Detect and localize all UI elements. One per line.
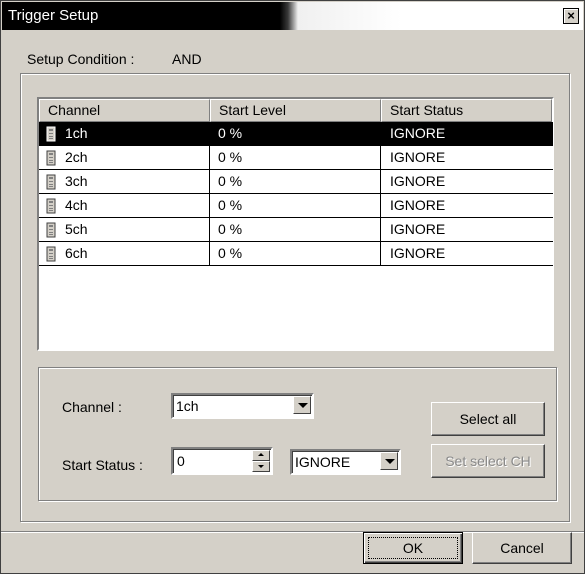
channel-text: 3ch — [65, 173, 88, 189]
channel-probe-icon — [46, 246, 56, 262]
window-title: Trigger Setup — [8, 7, 99, 24]
cell-start-level: 0 % — [210, 170, 381, 194]
cell-start-status: IGNORE — [381, 170, 553, 194]
channel-text: 1ch — [65, 125, 88, 141]
cell-start-status: IGNORE — [381, 218, 553, 242]
table-row[interactable]: 2ch 0 % IGNORE — [39, 146, 553, 170]
channel-probe-icon — [46, 126, 56, 142]
cancel-button[interactable]: Cancel — [472, 532, 572, 564]
channel-select[interactable]: 1ch — [171, 393, 314, 419]
channel-text: 6ch — [65, 245, 88, 261]
start-status-select[interactable]: IGNORE — [290, 449, 401, 475]
cell-start-status: IGNORE — [381, 242, 553, 266]
chevron-down-icon[interactable] — [380, 452, 398, 470]
focus-rect — [368, 537, 458, 559]
cell-start-level: 0 % — [210, 146, 381, 170]
start-status-spinner[interactable]: 0 — [171, 447, 273, 475]
close-icon[interactable]: × — [563, 8, 579, 24]
cell-start-status: IGNORE — [381, 146, 553, 170]
title-bar[interactable]: Trigger Setup × — [2, 2, 583, 30]
start-status-label: Start Status : — [62, 457, 143, 473]
spin-down-icon[interactable] — [252, 461, 270, 472]
setup-condition-label: Setup Condition : — [27, 51, 135, 67]
table-row[interactable]: 6ch 0 % IGNORE — [39, 242, 553, 266]
table-row[interactable]: 3ch 0 % IGNORE — [39, 170, 553, 194]
start-status-number: 0 — [177, 453, 185, 469]
channel-text: 2ch — [65, 149, 88, 165]
table-header: Channel Start Level Start Status — [39, 99, 552, 122]
channel-text: 4ch — [65, 197, 88, 213]
channel-probe-icon — [46, 198, 56, 214]
channel-probe-icon — [46, 222, 56, 238]
channel-table[interactable]: Channel Start Level Start Status 1ch 0 % I… — [37, 97, 554, 351]
cell-channel: 1ch — [39, 122, 210, 146]
channel-probe-icon — [46, 174, 56, 190]
channel-probe-icon — [46, 150, 56, 166]
setup-condition-value: AND — [172, 51, 202, 67]
cell-start-level: 0 % — [210, 194, 381, 218]
cell-channel: 3ch — [39, 170, 210, 194]
table-row[interactable]: 1ch 0 % IGNORE — [39, 122, 553, 146]
table-row[interactable]: 4ch 0 % IGNORE — [39, 194, 553, 218]
column-header-start-level[interactable]: Start Level — [210, 99, 381, 122]
cell-start-status: IGNORE — [381, 194, 553, 218]
cell-start-status: IGNORE — [381, 122, 553, 146]
cell-channel: 6ch — [39, 242, 210, 266]
cell-channel: 2ch — [39, 146, 210, 170]
set-select-ch-button[interactable]: Set select CH — [431, 444, 545, 478]
channel-select-value: 1ch — [176, 398, 199, 414]
trigger-setup-dialog: Trigger Setup × Setup Condition : AND Ch… — [0, 0, 585, 574]
cell-channel: 4ch — [39, 194, 210, 218]
cell-channel: 5ch — [39, 218, 210, 242]
cell-start-level: 0 % — [210, 242, 381, 266]
cell-start-level: 0 % — [210, 122, 381, 146]
table-row[interactable]: 5ch 0 % IGNORE — [39, 218, 553, 242]
channel-label: Channel : — [62, 399, 122, 415]
select-all-button[interactable]: Select all — [431, 402, 545, 436]
start-status-select-value: IGNORE — [295, 454, 351, 470]
ok-button[interactable]: OK — [363, 532, 463, 564]
channel-text: 5ch — [65, 221, 88, 237]
column-header-start-status[interactable]: Start Status — [381, 99, 552, 122]
spin-up-icon[interactable] — [252, 450, 270, 461]
column-header-channel[interactable]: Channel — [39, 99, 210, 122]
cell-start-level: 0 % — [210, 218, 381, 242]
chevron-down-icon[interactable] — [293, 396, 311, 414]
